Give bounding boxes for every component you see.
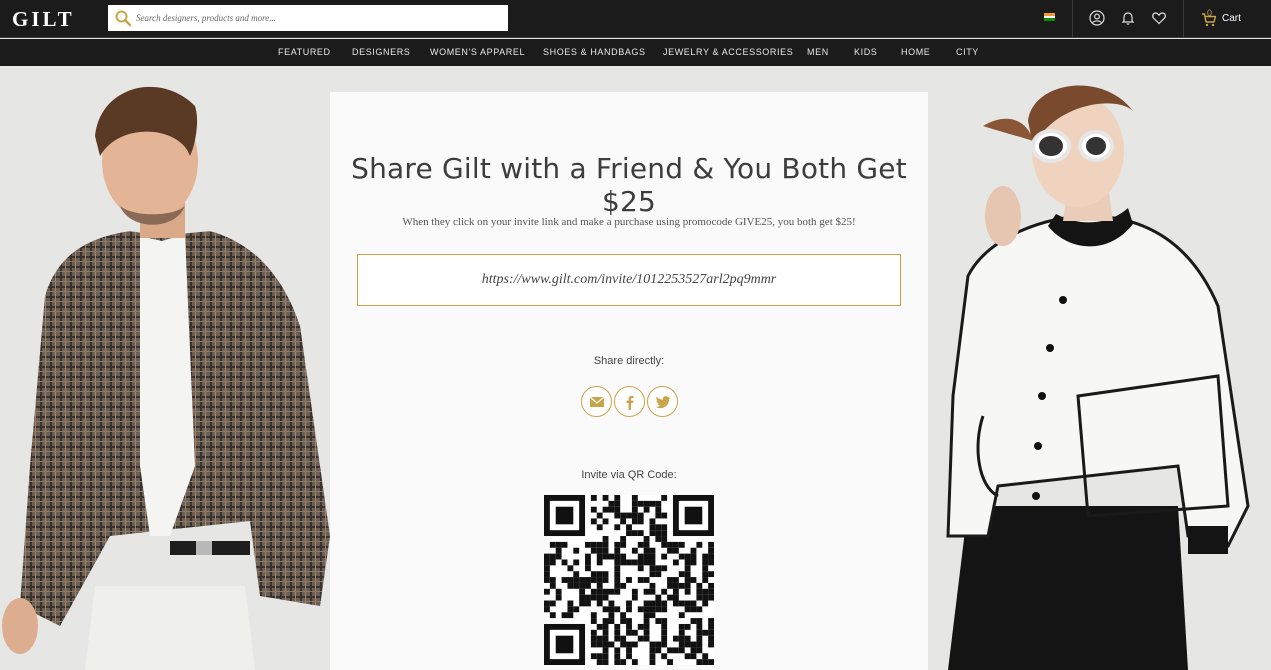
nav-item-home[interactable]: HOME [901, 47, 930, 57]
hero-model-left [0, 66, 330, 670]
facebook-icon [626, 395, 634, 410]
nav-item-designers[interactable]: DESIGNERS [352, 47, 410, 57]
nav-item-jewelry-accessories[interactable]: JEWELRY & ACCESSORIES [663, 47, 793, 57]
main-nav: FEATURED DESIGNERS WOMEN'S APPAREL SHOES… [0, 39, 1271, 66]
heart-icon[interactable] [1151, 10, 1167, 26]
cart-link[interactable]: Cart [1222, 13, 1241, 24]
qr-code[interactable] [544, 495, 714, 665]
top-bar: GILT 0 Cart [0, 0, 1271, 38]
twitter-icon [655, 396, 670, 409]
share-facebook-button[interactable] [614, 386, 645, 417]
search-box[interactable] [108, 5, 508, 31]
invite-headline: Share Gilt with a Friend & You Both Get … [351, 152, 907, 218]
nav-item-shoes-handbags[interactable]: SHOES & HANDBAGS [543, 47, 646, 57]
nav-item-men[interactable]: MEN [807, 47, 829, 57]
email-icon [589, 396, 605, 407]
india-flag-icon[interactable] [1044, 13, 1055, 21]
cart-count: 0 [1207, 8, 1213, 18]
gilt-logo[interactable]: GILT [12, 7, 75, 32]
share-twitter-button[interactable] [647, 386, 678, 417]
invite-description: When they click on your invite link and … [402, 216, 856, 228]
account-icon[interactable] [1089, 10, 1105, 26]
qr-label: Invite via QR Code: [581, 469, 677, 481]
invite-link[interactable]: https://www.gilt.com/invite/1012253527ar… [358, 272, 900, 288]
search-input[interactable] [136, 5, 504, 31]
nav-item-kids[interactable]: KIDS [854, 47, 877, 57]
hero-model-right [928, 66, 1271, 670]
nav-item-featured[interactable]: FEATURED [278, 47, 331, 57]
share-email-button[interactable] [581, 386, 612, 417]
nav-item-city[interactable]: CITY [956, 47, 979, 57]
invite-link-field[interactable]: https://www.gilt.com/invite/1012253527ar… [357, 254, 901, 306]
share-label: Share directly: [593, 355, 665, 367]
invite-panel: Share Gilt with a Friend & You Both Get … [330, 92, 928, 670]
bell-icon[interactable] [1120, 10, 1136, 26]
search-icon[interactable] [114, 9, 132, 27]
divider [1072, 0, 1073, 38]
divider [1183, 0, 1184, 38]
nav-item-womens-apparel[interactable]: WOMEN'S APPAREL [430, 47, 525, 57]
